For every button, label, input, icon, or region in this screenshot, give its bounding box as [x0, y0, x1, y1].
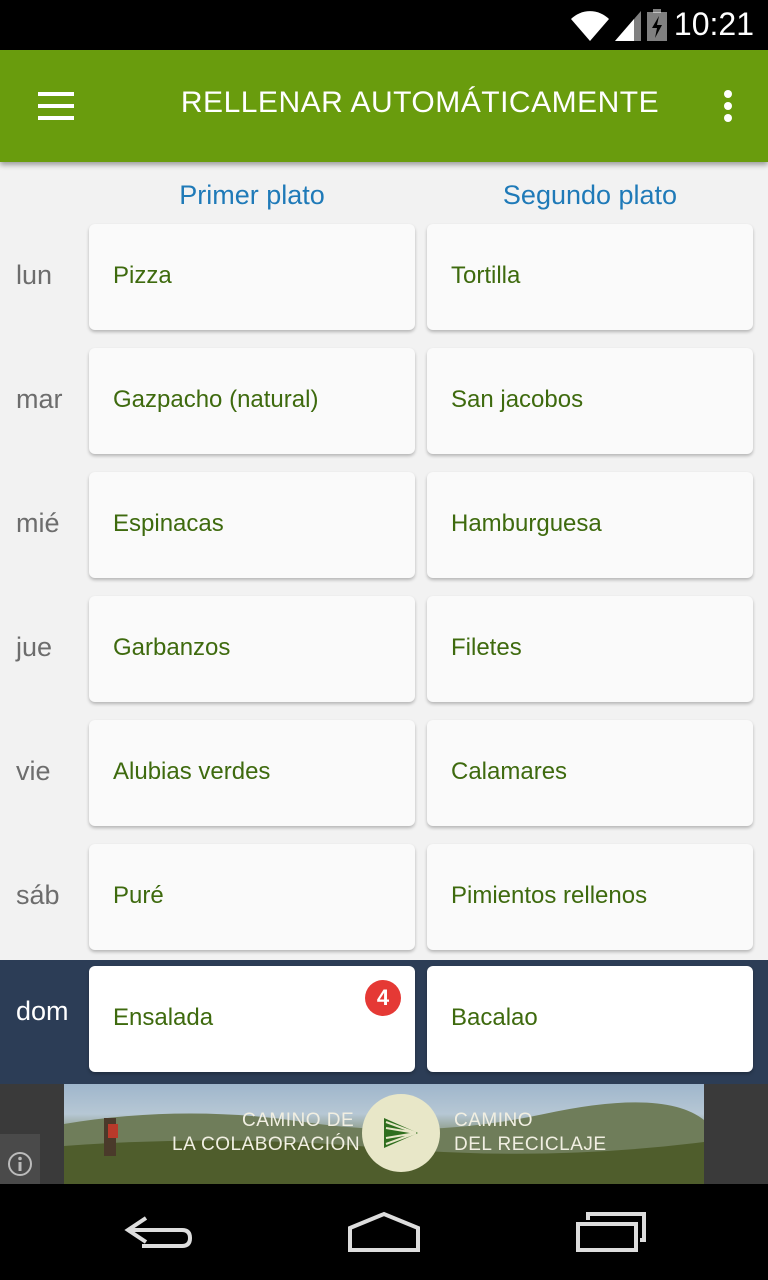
ad-text-left-line1: CAMINO DE [242, 1110, 355, 1131]
second-course-card[interactable]: Calamares [427, 720, 753, 826]
day-row-jue: jue Garbanzos Filetes [0, 596, 768, 720]
second-course-card[interactable]: Filetes [427, 596, 753, 702]
home-icon[interactable] [344, 1206, 424, 1256]
dish-name: Garbanzos [113, 634, 231, 661]
dish-name: Hamburguesa [451, 510, 602, 537]
day-row-vie: vie Alubias verdes Calamares [0, 720, 768, 844]
hamburger-menu-icon[interactable] [30, 86, 82, 126]
app-bar: RELLENAR AUTOMÁTICAMENTE [0, 50, 768, 162]
second-course-card[interactable]: Hamburguesa [427, 472, 753, 578]
day-row-mar: mar Gazpacho (natural) San jacobos [0, 348, 768, 472]
more-vert-icon[interactable] [718, 88, 738, 128]
second-course-card[interactable]: Bacalao [427, 966, 753, 1072]
day-row-mie: mié Espinacas Hamburguesa [0, 472, 768, 596]
first-course-card[interactable]: Gazpacho (natural) [89, 348, 415, 454]
second-course-card[interactable]: San jacobos [427, 348, 753, 454]
dish-name: Pizza [113, 262, 172, 289]
dish-name: Calamares [451, 758, 568, 785]
column-header-second-course: Segundo plato [502, 180, 678, 210]
system-nav-bar [0, 1184, 768, 1280]
dish-name: Puré [113, 882, 164, 909]
status-bar: 10:21 [0, 0, 768, 50]
count-badge: 4 [365, 980, 401, 1016]
ad-text-right-line2: DEL RECICLAJE [454, 1134, 607, 1155]
info-icon[interactable] [0, 1134, 40, 1184]
day-label: sáb [16, 880, 60, 910]
dish-name: San jacobos [451, 386, 584, 413]
day-row-sab: sáb Puré Pimientos rellenos [0, 844, 768, 968]
back-icon[interactable] [118, 1208, 198, 1258]
ad-text-right-line1: CAMINO [454, 1110, 533, 1131]
ad-text-left-line2: LA COLABORACIÓN [172, 1134, 361, 1155]
signal-icon [615, 11, 641, 41]
first-course-card[interactable]: Pizza [89, 224, 415, 330]
ad-banner[interactable]: CAMINO DE LA COLABORACIÓN CAMINO DEL REC… [64, 1084, 704, 1184]
second-course-card[interactable]: Tortilla [427, 224, 753, 330]
second-course-card[interactable]: Pimientos rellenos [427, 844, 753, 950]
dish-name: Filetes [451, 634, 522, 661]
day-label: jue [16, 632, 53, 662]
dish-name: Espinacas [113, 510, 224, 537]
day-label: mié [16, 508, 60, 538]
dish-name: Ensalada [113, 1004, 214, 1031]
wifi-icon [571, 11, 609, 41]
dish-name: Gazpacho (natural) [113, 386, 319, 413]
first-course-card[interactable]: Alubias verdes [89, 720, 415, 826]
dish-name: Bacalao [451, 1004, 538, 1031]
first-course-card[interactable]: Puré [89, 844, 415, 950]
scallop-shell-logo [362, 1094, 440, 1172]
day-row-lun: lun Pizza Tortilla [0, 224, 768, 348]
first-course-card[interactable]: Espinacas [89, 472, 415, 578]
dish-name: Tortilla [451, 262, 521, 289]
ad-banner-area: CAMINO DE LA COLABORACIÓN CAMINO DEL REC… [0, 1084, 768, 1184]
day-label: lun [16, 260, 53, 290]
weekly-menu: Primer plato Segundo plato lun Pizza Tor… [0, 162, 768, 1084]
battery-icon [647, 9, 667, 41]
day-label: dom [16, 996, 69, 1026]
day-row-dom: dom Ensalada 4 Bacalao [0, 960, 768, 1084]
first-course-card[interactable]: Garbanzos [89, 596, 415, 702]
dish-name: Pimientos rellenos [451, 882, 648, 909]
first-course-card[interactable]: Ensalada 4 [89, 966, 415, 1072]
page-title: RELLENAR AUTOMÁTICAMENTE [180, 86, 660, 119]
day-label: mar [16, 384, 63, 414]
recents-icon[interactable] [570, 1206, 650, 1256]
status-time: 10:21 [673, 6, 754, 42]
column-header-first-course: Primer plato [179, 180, 325, 210]
day-label: vie [16, 756, 51, 786]
status-icons [570, 8, 668, 42]
dish-name: Alubias verdes [113, 758, 271, 785]
